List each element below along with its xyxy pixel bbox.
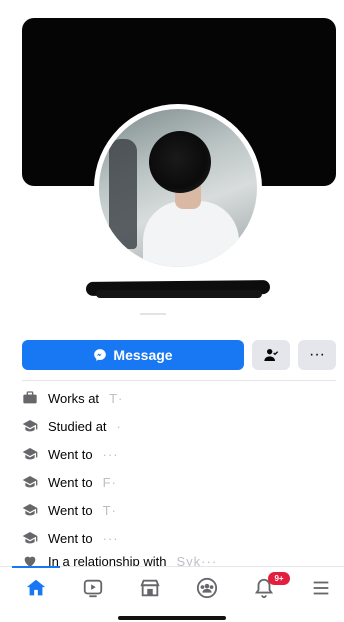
person-check-icon <box>264 349 279 361</box>
notification-badge: 9+ <box>268 572 290 585</box>
obscured-text: T· <box>109 390 124 406</box>
avatar-image <box>99 109 257 267</box>
more-options-button[interactable]: ··· <box>298 340 336 370</box>
face-redaction <box>149 131 211 193</box>
graduation-cap-icon <box>22 504 38 516</box>
detail-prefix: Went to <box>48 530 93 546</box>
menu-icon <box>313 581 329 595</box>
subtitle-placeholder <box>140 313 166 315</box>
message-button[interactable]: Message <box>22 340 244 370</box>
avatar-body <box>143 201 239 267</box>
more-dots-icon: ··· <box>309 346 325 363</box>
divider <box>22 380 336 381</box>
tab-video[interactable] <box>79 574 107 602</box>
obscured-text: ··· <box>102 446 119 462</box>
home-indicator <box>118 616 226 620</box>
obscured-text: ··· <box>102 530 119 546</box>
profile-picture[interactable] <box>94 104 262 272</box>
bottom-tab-bar <box>0 566 344 609</box>
background-figure <box>109 139 137 249</box>
tab-home[interactable] <box>22 574 50 602</box>
tab-marketplace[interactable] <box>136 574 164 602</box>
obscured-text: · <box>116 418 122 434</box>
graduation-cap-icon <box>22 476 38 488</box>
graduation-cap-icon <box>22 420 38 432</box>
profile-name-redaction-2 <box>96 290 262 298</box>
briefcase-icon <box>23 391 37 404</box>
messenger-icon <box>94 349 107 361</box>
video-icon <box>83 579 103 598</box>
graduation-cap-icon <box>22 448 38 460</box>
graduation-cap-icon <box>22 532 38 544</box>
obscured-text: T· <box>102 502 117 518</box>
detail-prefix: Went to <box>48 502 93 518</box>
tab-menu[interactable] <box>307 574 335 602</box>
detail-work[interactable]: Works at T· <box>22 384 336 412</box>
detail-went-to-3[interactable]: Went to T· <box>22 496 336 524</box>
tab-groups[interactable] <box>193 574 221 602</box>
friends-button[interactable] <box>252 340 290 370</box>
detail-went-to-1[interactable]: Went to ··· <box>22 440 336 468</box>
detail-went-to-2[interactable]: Went to F· <box>22 468 336 496</box>
active-tab-indicator <box>12 566 60 568</box>
detail-prefix: Works at <box>48 390 100 406</box>
groups-icon <box>196 577 218 599</box>
home-icon <box>26 579 46 596</box>
message-button-label: Message <box>113 347 173 363</box>
detail-prefix: Went to <box>48 474 93 490</box>
detail-prefix: Studied at <box>48 418 107 434</box>
detail-prefix: Went to <box>48 446 93 462</box>
obscured-text: F· <box>102 474 117 490</box>
marketplace-icon <box>140 579 160 597</box>
detail-studied[interactable]: Studied at · <box>22 412 336 440</box>
detail-went-to-4[interactable]: Went to ··· <box>22 524 336 552</box>
intro-details: Works at T· Studied at · Went to ··· Wen… <box>22 384 336 570</box>
